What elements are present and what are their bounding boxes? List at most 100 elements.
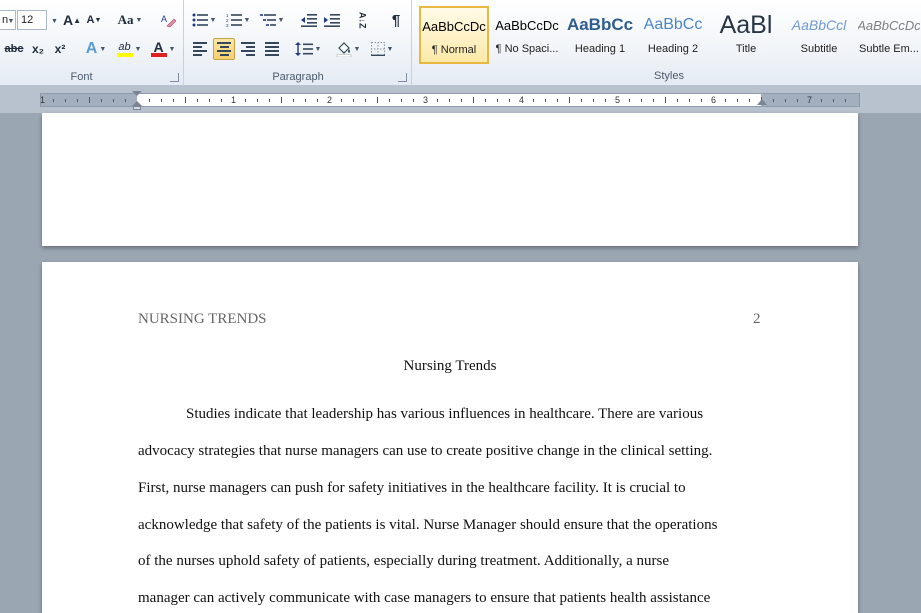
change-case-button[interactable]: Aa ▼ bbox=[116, 9, 144, 31]
font-color-button[interactable]: A ▼ bbox=[148, 38, 178, 60]
chevron-down-icon: ▼ bbox=[277, 16, 285, 24]
ruler-tick bbox=[797, 99, 798, 102]
align-center-button[interactable] bbox=[213, 38, 235, 60]
svg-text:A: A bbox=[161, 14, 167, 24]
chevron-down-icon: ▼ bbox=[209, 16, 217, 24]
strikethrough-button[interactable]: abc bbox=[2, 38, 26, 60]
ruler-tick bbox=[305, 99, 306, 102]
clear-formatting-button[interactable]: A bbox=[157, 9, 179, 31]
highlight-button[interactable]: ab ▼ bbox=[113, 38, 145, 60]
ruler-number: 2 bbox=[327, 95, 333, 105]
font-size-dropdown[interactable]: ▼ bbox=[47, 10, 60, 32]
ruler-tick bbox=[353, 99, 354, 102]
align-left-button[interactable] bbox=[189, 38, 211, 60]
ruler-tick bbox=[269, 99, 270, 102]
decrease-indent-icon bbox=[301, 14, 317, 27]
numbering-button[interactable]: 123 ▼ bbox=[223, 9, 253, 31]
ruler-tick bbox=[125, 99, 126, 102]
ruler-tick bbox=[701, 99, 702, 102]
body-line: Studies indicate that leadership has var… bbox=[186, 406, 704, 422]
font-name-dropdown[interactable]: ▼ bbox=[4, 10, 16, 32]
ruler-tick bbox=[845, 99, 846, 102]
ruler-tick bbox=[173, 99, 174, 102]
right-indent-marker[interactable] bbox=[757, 99, 767, 105]
increase-indent-icon bbox=[324, 14, 340, 27]
chevron-down-icon: ▼ bbox=[314, 45, 322, 53]
ruler-tick bbox=[581, 99, 582, 102]
style-no-spacing[interactable]: AaBbCcDc ¶ No Spaci... bbox=[492, 6, 562, 64]
ruler-tick bbox=[377, 97, 378, 103]
align-right-button[interactable] bbox=[237, 38, 259, 60]
borders-button[interactable]: ▼ bbox=[367, 38, 397, 60]
ruler-tick bbox=[161, 99, 162, 102]
horizontal-ruler[interactable]: 1 1 2 3 4 5 6 7 bbox=[40, 91, 860, 110]
ruler-tick bbox=[725, 99, 726, 102]
chevron-down-icon: ▼ bbox=[168, 45, 176, 53]
style-subtitle[interactable]: AaBbCcl Subtitle bbox=[784, 6, 854, 64]
subscript-button[interactable]: x₂ bbox=[28, 38, 48, 60]
justify-button[interactable] bbox=[261, 38, 283, 60]
sort-button[interactable]: A↓Z bbox=[351, 9, 373, 31]
grow-font-button[interactable]: A ▲ bbox=[63, 9, 81, 31]
numbering-icon: 123 bbox=[226, 13, 242, 27]
ruler-tick bbox=[749, 99, 750, 102]
document-page-1[interactable] bbox=[42, 113, 858, 246]
ruler-number: 4 bbox=[519, 95, 525, 105]
ribbon: n ▼ 12 ▼ A ▲ A ▼ Aa ▼ A abc x₂ x² A ▼ ab… bbox=[0, 0, 921, 86]
styles-group-label: Styles bbox=[654, 70, 684, 82]
strikethrough-icon: abc bbox=[4, 43, 24, 55]
line-spacing-button[interactable]: ▼ bbox=[293, 38, 323, 60]
shading-button[interactable]: ▼ bbox=[333, 38, 363, 60]
paragraph-dialog-launcher[interactable] bbox=[398, 73, 407, 82]
font-group: n ▼ 12 ▼ A ▲ A ▼ Aa ▼ A abc x₂ x² A ▼ ab… bbox=[0, 0, 184, 86]
chevron-down-icon: ▼ bbox=[51, 17, 58, 25]
borders-icon bbox=[370, 42, 385, 56]
svg-text:3: 3 bbox=[226, 23, 229, 27]
ruler-number: 7 bbox=[807, 95, 813, 105]
multilevel-list-button[interactable]: ▼ bbox=[257, 9, 287, 31]
ruler-tick bbox=[677, 99, 678, 102]
style-heading-1[interactable]: AaBbCc Heading 1 bbox=[565, 6, 635, 64]
font-color-swatch bbox=[150, 53, 167, 57]
style-heading-2[interactable]: AaBbCc Heading 2 bbox=[638, 6, 708, 64]
grow-font-icon: A bbox=[62, 12, 74, 28]
ruler-tick bbox=[365, 99, 366, 102]
left-indent-marker[interactable] bbox=[133, 106, 141, 110]
first-line-indent-marker[interactable] bbox=[132, 91, 142, 96]
ruler-tick bbox=[401, 99, 402, 102]
style-no-spacing-sample: AaBbCcDc bbox=[495, 17, 559, 33]
style-normal-sample: AaBbCcDc bbox=[422, 18, 486, 34]
bullets-button[interactable]: ▼ bbox=[189, 9, 219, 31]
chevron-down-icon: ▼ bbox=[7, 17, 15, 25]
font-size-box[interactable]: 12 bbox=[17, 10, 47, 30]
style-subtle-emphasis-sample: AaBbCcDc bbox=[858, 17, 920, 33]
increase-indent-button[interactable] bbox=[321, 9, 343, 31]
document-page-2[interactable]: NURSING TRENDS 2 Nursing Trends Studies … bbox=[42, 262, 858, 613]
running-header: NURSING TRENDS bbox=[138, 311, 267, 327]
font-dialog-launcher[interactable] bbox=[170, 73, 179, 82]
style-heading-1-name: Heading 1 bbox=[574, 43, 626, 55]
shrink-font-button[interactable]: A ▼ bbox=[85, 9, 103, 31]
change-case-icon: Aa bbox=[117, 12, 134, 27]
body-line: advocacy strategies that nurse managers … bbox=[138, 443, 713, 459]
ruler-tick bbox=[497, 99, 498, 102]
highlight-icon: ab bbox=[116, 41, 133, 57]
chevron-down-icon: ▼ bbox=[353, 45, 361, 53]
text-effects-button[interactable]: A ▼ bbox=[82, 38, 110, 60]
line-spacing-icon bbox=[294, 42, 313, 56]
show-hide-button[interactable]: ¶ bbox=[385, 9, 407, 31]
ruler-tick bbox=[209, 99, 210, 102]
ruler-number: 1 bbox=[231, 95, 237, 105]
styles-gallery: AaBbCcDc ¶ Normal AaBbCcDc ¶ No Spaci...… bbox=[417, 3, 921, 65]
style-subtitle-sample: AaBbCcl bbox=[791, 17, 847, 33]
pilcrow-icon: ¶ bbox=[391, 11, 401, 29]
style-heading-1-sample: AaBbCc bbox=[566, 15, 634, 34]
ruler-tick bbox=[605, 99, 606, 102]
style-title[interactable]: AaBl Title bbox=[711, 6, 781, 64]
paragraph-group-label: Paragraph bbox=[272, 71, 324, 83]
body-line: manager can actively communicate with ca… bbox=[138, 590, 711, 606]
decrease-indent-button[interactable] bbox=[298, 9, 320, 31]
superscript-button[interactable]: x² bbox=[50, 38, 70, 60]
style-subtle-emphasis[interactable]: AaBbCcDc Subtle Em... bbox=[857, 6, 921, 64]
style-normal[interactable]: AaBbCcDc ¶ Normal bbox=[419, 6, 489, 64]
